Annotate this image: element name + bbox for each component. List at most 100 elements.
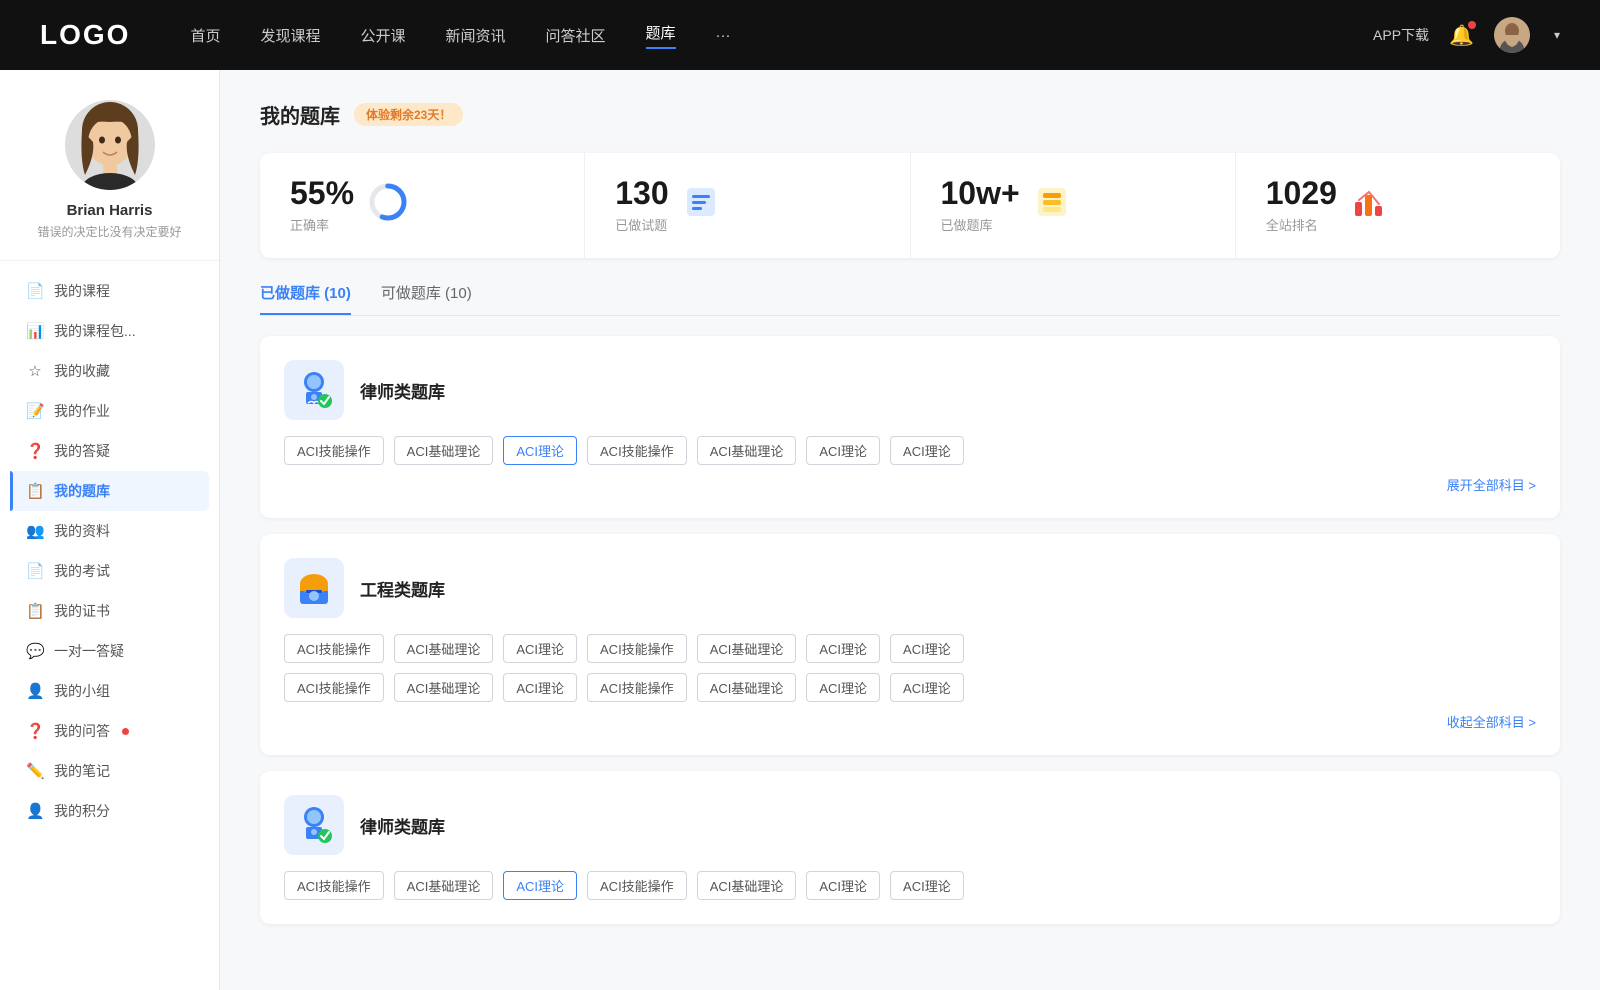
sidebar-item-notes[interactable]: ✏️ 我的笔记	[10, 751, 209, 791]
navbar-right: APP下载 🔔 ▾	[1373, 17, 1560, 53]
qbank-header-2: 工程类题库	[284, 558, 1536, 618]
sidebar-label-qa: 我的答疑	[54, 441, 110, 461]
nav-more[interactable]: ···	[716, 27, 731, 44]
cert-icon: 📋	[26, 602, 44, 620]
tag-2b-2[interactable]: ACI基础理论	[394, 673, 494, 702]
avatar-image	[1494, 17, 1530, 53]
sidebar-item-favorites[interactable]: ☆ 我的收藏	[10, 351, 209, 391]
sidebar-item-homework[interactable]: 📝 我的作业	[10, 391, 209, 431]
accuracy-chart-icon	[368, 182, 408, 229]
sidebar-label-points: 我的积分	[54, 801, 110, 821]
sidebar-item-qa[interactable]: ❓ 我的答疑	[10, 431, 209, 471]
sidebar-item-exam[interactable]: 📄 我的考试	[10, 551, 209, 591]
tag-3-1[interactable]: ACI技能操作	[284, 871, 384, 900]
notification-bell[interactable]: 🔔	[1449, 23, 1474, 48]
tag-2-3[interactable]: ACI理论	[503, 634, 577, 663]
tag-2-4[interactable]: ACI技能操作	[587, 634, 687, 663]
tag-2b-7[interactable]: ACI理论	[890, 673, 964, 702]
nav-open-course[interactable]: 公开课	[360, 25, 405, 46]
qa-notification-dot	[122, 728, 129, 735]
ranking-icon	[1351, 184, 1387, 227]
tag-2b-3[interactable]: ACI理论	[503, 673, 577, 702]
expand-link-1[interactable]: 展开全部科目 >	[284, 475, 1536, 494]
stat-accuracy-value: 55%	[290, 177, 354, 209]
tag-1-1[interactable]: ACI技能操作	[284, 436, 384, 465]
tag-2-6[interactable]: ACI理论	[806, 634, 880, 663]
tag-2b-1[interactable]: ACI技能操作	[284, 673, 384, 702]
sidebar-menu: 📄 我的课程 📊 我的课程包... ☆ 我的收藏 📝 我的作业 ❓ 我的答疑 📋	[0, 271, 219, 831]
tag-3-7[interactable]: ACI理论	[890, 871, 964, 900]
sidebar-label-exam: 我的考试	[54, 561, 110, 581]
navbar: LOGO 首页 发现课程 公开课 新闻资讯 问答社区 题库 ··· APP下载 …	[0, 0, 1600, 70]
sidebar-item-question-bank[interactable]: 📋 我的题库	[10, 471, 209, 511]
tag-2-2[interactable]: ACI基础理论	[394, 634, 494, 663]
sidebar-item-1on1[interactable]: 💬 一对一答疑	[10, 631, 209, 671]
sidebar-item-my-courses[interactable]: 📄 我的课程	[10, 271, 209, 311]
qbank-header-1: 律师类题库	[284, 360, 1536, 420]
sidebar-item-profile[interactable]: 👥 我的资料	[10, 511, 209, 551]
nav-courses[interactable]: 发现课程	[260, 25, 320, 46]
tag-1-2[interactable]: ACI基础理论	[394, 436, 494, 465]
stats-row: 55% 正确率 130 已做试题	[260, 153, 1560, 258]
tab-available-banks[interactable]: 可做题库 (10)	[381, 282, 472, 315]
sidebar-label-question-bank: 我的题库	[54, 481, 110, 501]
stat-accuracy-label: 正确率	[290, 215, 354, 234]
collapse-link-2[interactable]: 收起全部科目 >	[284, 712, 1536, 731]
tag-1-7[interactable]: ACI理论	[890, 436, 964, 465]
tag-2-1[interactable]: ACI技能操作	[284, 634, 384, 663]
stat-done-questions-value: 130	[615, 177, 668, 209]
user-avatar-nav[interactable]	[1494, 17, 1530, 53]
my-qa-icon: ❓	[26, 722, 44, 740]
sidebar-label-homework: 我的作业	[54, 401, 110, 421]
tags-row-2b: ACI技能操作 ACI基础理论 ACI理论 ACI技能操作 ACI基础理论 AC…	[284, 673, 1536, 702]
sidebar-label-profile: 我的资料	[54, 521, 110, 541]
app-download-link[interactable]: APP下载	[1373, 25, 1429, 45]
tag-1-4[interactable]: ACI技能操作	[587, 436, 687, 465]
sidebar-label-course-package: 我的课程包...	[54, 321, 136, 341]
tag-3-3[interactable]: ACI理论	[503, 871, 577, 900]
tag-2-5[interactable]: ACI基础理论	[697, 634, 797, 663]
tag-1-6[interactable]: ACI理论	[806, 436, 880, 465]
page-title: 我的题库	[260, 100, 340, 129]
tag-3-2[interactable]: ACI基础理论	[394, 871, 494, 900]
nav-qa[interactable]: 问答社区	[546, 25, 606, 46]
sidebar-label-1on1: 一对一答疑	[54, 641, 124, 661]
tab-done-banks[interactable]: 已做题库 (10)	[260, 282, 351, 315]
group-icon: 👤	[26, 682, 44, 700]
user-menu-chevron[interactable]: ▾	[1554, 28, 1560, 42]
notification-dot	[1468, 21, 1476, 29]
tag-2b-4[interactable]: ACI技能操作	[587, 673, 687, 702]
tag-2b-6[interactable]: ACI理论	[806, 673, 880, 702]
stat-done-banks: 10w+ 已做题库	[911, 153, 1236, 258]
nav-question-bank[interactable]: 题库	[646, 22, 676, 49]
stat-done-questions-label: 已做试题	[615, 215, 668, 234]
sidebar-item-group[interactable]: 👤 我的小组	[10, 671, 209, 711]
trial-badge: 体验剩余23天！	[354, 103, 463, 126]
tag-3-6[interactable]: ACI理论	[806, 871, 880, 900]
sidebar-item-certificate[interactable]: 📋 我的证书	[10, 591, 209, 631]
stat-ranking-label: 全站排名	[1266, 215, 1337, 234]
course-icon: 📄	[26, 282, 44, 300]
tag-1-3[interactable]: ACI理论	[503, 436, 577, 465]
nav-news[interactable]: 新闻资讯	[446, 25, 506, 46]
tags-row-2a: ACI技能操作 ACI基础理论 ACI理论 ACI技能操作 ACI基础理论 AC…	[284, 634, 1536, 663]
sidebar-item-my-qa[interactable]: ❓ 我的问答	[10, 711, 209, 751]
tag-2-7[interactable]: ACI理论	[890, 634, 964, 663]
qbank-icon-2	[284, 558, 344, 618]
stat-done-banks-label: 已做题库	[941, 215, 1020, 234]
tag-1-5[interactable]: ACI基础理论	[697, 436, 797, 465]
notes-icon: ✏️	[26, 762, 44, 780]
nav-home[interactable]: 首页	[190, 25, 220, 46]
tag-3-4[interactable]: ACI技能操作	[587, 871, 687, 900]
sidebar-item-course-package[interactable]: 📊 我的课程包...	[10, 311, 209, 351]
sidebar-item-points[interactable]: 👤 我的积分	[10, 791, 209, 831]
logo: LOGO	[40, 19, 130, 51]
sidebar-label-my-qa: 我的问答	[54, 721, 110, 741]
qbank-title-2: 工程类题库	[360, 576, 445, 601]
qbank-icon-3	[284, 795, 344, 855]
tag-3-5[interactable]: ACI基础理论	[697, 871, 797, 900]
user-avatar-sidebar	[65, 100, 155, 190]
tag-2b-5[interactable]: ACI基础理论	[697, 673, 797, 702]
tags-row-3: ACI技能操作 ACI基础理论 ACI理论 ACI技能操作 ACI基础理论 AC…	[284, 871, 1536, 900]
user-motto: 错误的决定比没有决定要好	[37, 223, 181, 240]
